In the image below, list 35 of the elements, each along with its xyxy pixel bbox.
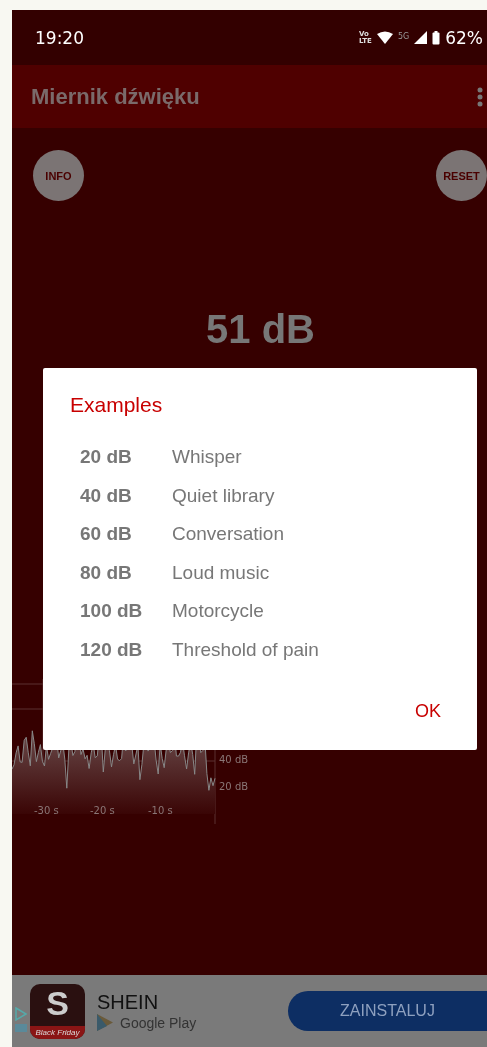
decibel-value: 100 dB [80, 599, 144, 623]
sound-example: Threshold of pain [172, 637, 320, 662]
network-type: 5G [397, 31, 410, 41]
play-store-icon [97, 1014, 113, 1031]
app-icon: S Black Friday [30, 983, 85, 1039]
reset-button[interactable]: RESET [436, 150, 487, 201]
sound-example: Whisper [172, 445, 243, 469]
battery-percent: 62% [445, 27, 483, 48]
sound-level-reading: 51 dB [205, 306, 316, 353]
ok-button[interactable]: OK [403, 697, 453, 726]
decibel-value: 120 dB [80, 637, 144, 662]
install-button[interactable]: ZAINSTALUJ [288, 991, 487, 1031]
y-axis-label: 20 dB [219, 781, 249, 792]
decibel-value: 80 dB [80, 560, 133, 585]
y-axis-label: 40 dB [219, 754, 249, 765]
decibel-value: 20 dB [80, 445, 133, 469]
advertised-app-name: SHEIN [97, 991, 160, 1014]
info-button[interactable]: INFO [33, 150, 84, 201]
app-title: Miernik dźwięku [31, 83, 201, 110]
more-options-icon[interactable] [477, 86, 483, 107]
x-axis-label: -10 s [148, 805, 173, 816]
decibel-value: 40 dB [80, 483, 133, 508]
clock-time: 19:20 [35, 27, 85, 48]
sound-example: Quiet library [172, 483, 276, 508]
battery-icon [432, 30, 441, 45]
store-name: Google Play [120, 1014, 197, 1031]
decibel-value: 60 dB [80, 522, 133, 546]
signal-icon [414, 31, 428, 44]
x-axis-label: -30 s [34, 805, 59, 816]
dialog-title: Examples [70, 393, 164, 417]
sound-example: Conversation [172, 522, 285, 546]
x-axis-label: -20 s [90, 805, 115, 816]
sound-example: Motorcycle [172, 599, 265, 623]
sound-example: Loud music [172, 560, 271, 585]
wifi-icon [376, 31, 393, 44]
